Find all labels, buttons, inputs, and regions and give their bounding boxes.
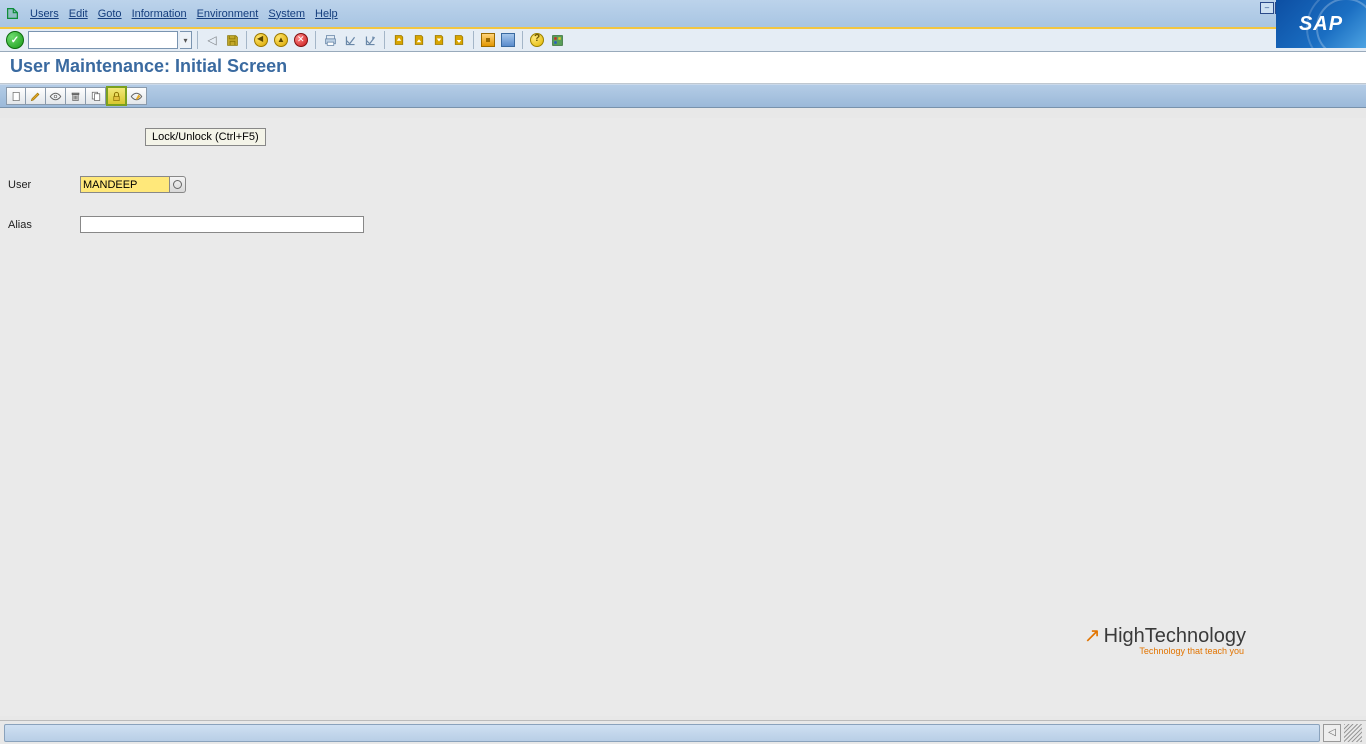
separator: [246, 31, 247, 49]
shortcut-button[interactable]: [499, 31, 517, 49]
separator: [473, 31, 474, 49]
content-area: User Alias ↗HighTechnology Technology th…: [0, 118, 1366, 716]
find-button[interactable]: [341, 31, 359, 49]
status-bar: ◁: [0, 720, 1366, 744]
command-dropdown[interactable]: ▾: [180, 31, 192, 49]
sap-logo: SAP: [1276, 0, 1366, 48]
password-button[interactable]: [127, 87, 147, 105]
find-next-button[interactable]: [361, 31, 379, 49]
copy-button[interactable]: [86, 87, 106, 105]
user-label: User: [8, 179, 80, 191]
page-title: User Maintenance: Initial Screen: [10, 56, 1356, 77]
separator: [522, 31, 523, 49]
menu-help[interactable]: Help: [315, 8, 338, 20]
status-message: [4, 724, 1320, 742]
alias-input[interactable]: [80, 216, 364, 233]
delete-button[interactable]: [66, 87, 86, 105]
menu-environment[interactable]: Environment: [197, 8, 259, 20]
enter-button[interactable]: [6, 31, 24, 49]
create-button[interactable]: [6, 87, 26, 105]
user-f4-help-button[interactable]: [170, 176, 186, 193]
watermark: ↗HighTechnology Technology that teach yo…: [1084, 623, 1246, 656]
menu-edit[interactable]: Edit: [69, 8, 88, 20]
last-page-button[interactable]: [450, 31, 468, 49]
standard-toolbar: ▾ ◁: [0, 28, 1366, 52]
change-button[interactable]: [26, 87, 46, 105]
help-button[interactable]: [528, 31, 546, 49]
display-button[interactable]: [46, 87, 66, 105]
shortcut-icon: [501, 33, 515, 47]
new-session-icon: [481, 33, 495, 47]
menu-information[interactable]: Information: [132, 8, 187, 20]
separator: [197, 31, 198, 49]
user-input[interactable]: [80, 176, 170, 193]
exit-button[interactable]: [272, 31, 290, 49]
print-button[interactable]: [321, 31, 339, 49]
cancel-icon: [294, 33, 308, 47]
cancel-button[interactable]: [292, 31, 310, 49]
tooltip: Lock/Unlock (Ctrl+F5): [145, 128, 266, 146]
lock-unlock-button[interactable]: [106, 86, 127, 106]
menu-bar: Users Edit Goto Information Environment …: [30, 8, 338, 20]
minimize-button[interactable]: –: [1260, 2, 1274, 14]
watermark-main: ↗HighTechnology: [1084, 623, 1246, 648]
resize-grip[interactable]: [1344, 724, 1362, 742]
separator: [384, 31, 385, 49]
new-session-button[interactable]: [479, 31, 497, 49]
watermark-arrow-icon: ↗: [1084, 625, 1101, 647]
separator: [315, 31, 316, 49]
first-page-button[interactable]: [390, 31, 408, 49]
customize-button[interactable]: [548, 31, 566, 49]
menu-users[interactable]: Users: [30, 8, 59, 20]
help-icon: [530, 33, 544, 47]
menu-system[interactable]: System: [268, 8, 305, 20]
command-field[interactable]: [28, 31, 178, 49]
session-icon[interactable]: [4, 6, 20, 22]
back-icon: [254, 33, 268, 47]
menu-bar-container: Users Edit Goto Information Environment …: [0, 0, 1366, 28]
exit-icon: [274, 33, 288, 47]
save-button[interactable]: [223, 31, 241, 49]
title-bar: User Maintenance: Initial Screen: [0, 52, 1366, 84]
alias-label: Alias: [8, 219, 80, 231]
alias-row: Alias: [8, 216, 364, 233]
user-row: User: [8, 176, 186, 193]
next-page-button[interactable]: [430, 31, 448, 49]
status-nav-button[interactable]: ◁: [1323, 724, 1341, 742]
back-button[interactable]: [252, 31, 270, 49]
application-toolbar: [0, 84, 1366, 108]
back-disabled-icon: ◁: [203, 31, 221, 49]
prev-page-button[interactable]: [410, 31, 428, 49]
menu-goto[interactable]: Goto: [98, 8, 122, 20]
